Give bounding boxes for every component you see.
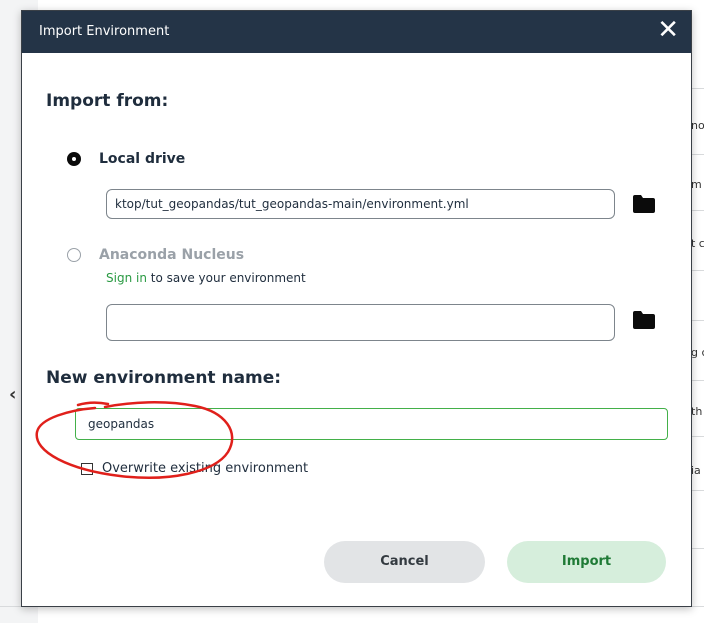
folder-icon[interactable]: [633, 195, 655, 213]
dialog-title: Import Environment: [39, 24, 170, 39]
nucleus-path-input[interactable]: [106, 304, 615, 341]
table-row-divider: [690, 548, 704, 549]
local-drive-path-input[interactable]: ktop/tut_geopandas/tut_geopandas-main/en…: [106, 189, 615, 219]
overwrite-label: Overwrite existing environment: [102, 461, 309, 476]
radio-selected-icon[interactable]: [67, 152, 81, 166]
env-name-input[interactable]: geopandas: [75, 408, 668, 440]
table-cell-fragment: ia: [691, 464, 701, 477]
overwrite-checkbox[interactable]: [81, 462, 93, 475]
radio-local-drive[interactable]: Local drive: [67, 151, 185, 167]
table-cell-fragment: m: [691, 178, 702, 191]
chevron-left-icon[interactable]: ‹: [9, 384, 16, 405]
table-row-divider: [690, 320, 704, 321]
table-row-divider: [690, 154, 704, 155]
table-cell-fragment: th: [691, 405, 703, 418]
table-cell-fragment: g c: [691, 346, 704, 359]
new-env-name-label: New environment name:: [46, 368, 282, 388]
signin-line: Sign in to save your environment: [106, 271, 306, 285]
folder-icon[interactable]: [633, 311, 655, 329]
import-button[interactable]: Import: [507, 541, 666, 583]
table-row-divider: [690, 88, 704, 89]
table-row-divider: [690, 436, 704, 437]
import-from-label: Import from:: [46, 91, 169, 111]
import-environment-dialog: Import Environment ✕ Import from: Local …: [21, 10, 692, 607]
anaconda-nucleus-label: Anaconda Nucleus: [99, 247, 245, 263]
signin-suffix: to save your environment: [146, 271, 306, 285]
close-icon[interactable]: ✕: [657, 15, 679, 45]
local-drive-label: Local drive: [99, 151, 186, 167]
signin-link[interactable]: Sign in: [106, 271, 147, 285]
table-row-divider: [690, 210, 704, 211]
table-cell-fragment: no: [691, 119, 704, 132]
table-cell-fragment: t c: [691, 237, 704, 250]
dialog-header: Import Environment ✕: [22, 11, 691, 53]
table-row-divider: [690, 490, 704, 491]
radio-unselected-icon[interactable]: [67, 248, 81, 262]
overwrite-checkbox-row[interactable]: Overwrite existing environment: [81, 461, 308, 476]
table-row-divider: [690, 270, 704, 271]
radio-anaconda-nucleus[interactable]: Anaconda Nucleus: [67, 247, 244, 263]
cancel-button[interactable]: Cancel: [324, 541, 485, 583]
table-row-divider: [690, 380, 704, 381]
